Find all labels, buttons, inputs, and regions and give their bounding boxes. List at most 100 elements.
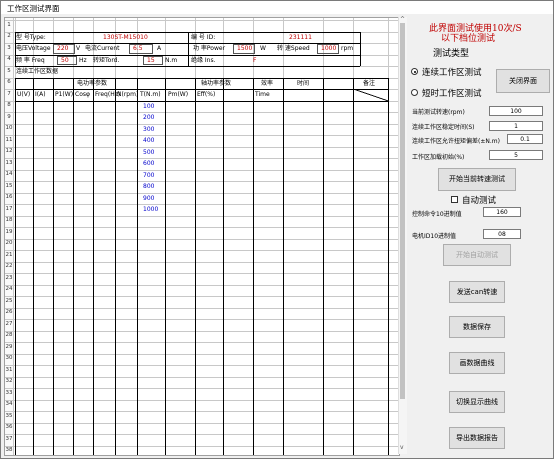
torque-label: 转矩Tord. (93, 56, 120, 64)
value-box (53, 44, 75, 54)
value-box (233, 44, 255, 54)
table-border (195, 77, 196, 455)
speed-cell[interactable]: 800 (143, 182, 154, 192)
row-number: 25 (5, 297, 13, 304)
row-number: 30 (5, 355, 13, 361)
table-border (388, 77, 389, 455)
start-auto-test-button[interactable]: 开始自动测试 (443, 244, 511, 266)
save-data-button[interactable]: 数据保存 (449, 316, 505, 338)
toggle-curve-button[interactable]: 切换显示曲线 (449, 391, 505, 413)
control-command-input[interactable]: 160 (483, 207, 521, 217)
power-unit: W (260, 45, 266, 52)
scroll-down-arrow-icon[interactable]: v (400, 444, 404, 451)
radio-continuous[interactable] (411, 68, 418, 75)
grid-line (5, 204, 399, 205)
value-box (143, 55, 163, 65)
data-grid[interactable]: 1 2 3 4 5 6 7 8 9 10 11 12 13 14 15 16 17 18 19 20 21 22 23 24 2… (4, 17, 400, 456)
torque-deviation-input[interactable]: 0.1 (507, 134, 543, 144)
row-number: 7 (7, 90, 11, 97)
table-border (137, 77, 138, 455)
table-border (53, 77, 54, 455)
close-button[interactable]: 关闭界面 (496, 69, 550, 93)
grid-line (5, 158, 399, 159)
start-current-speed-test-button[interactable]: 开始当前转速测试 (438, 168, 516, 191)
column-header: T(N.m) (140, 91, 161, 98)
header-efficiency: 效率 (261, 79, 274, 87)
table-border (323, 77, 324, 455)
speed-cell[interactable]: 100 (143, 102, 154, 112)
torque-unit: N.m (165, 56, 178, 64)
auto-test-label[interactable]: 自动测试 (462, 194, 496, 206)
row-number: 32 (5, 378, 13, 384)
vertical-scrollbar[interactable]: ^ v (398, 16, 407, 454)
speed-cell[interactable]: 400 (143, 136, 154, 146)
current-unit: A (157, 45, 162, 52)
radio-short-label[interactable]: 短时工作区测试 (422, 87, 482, 99)
grid-line (5, 20, 399, 21)
speed-unit: rpm (341, 45, 354, 52)
target-speed-label: 当前测试转速(rpm) (412, 109, 465, 116)
speed-cell[interactable]: 200 (143, 113, 154, 123)
current-label: 电流Current (85, 45, 120, 52)
column-header: Eff(%) (197, 91, 216, 98)
voltage-label: 电压Voltage (16, 45, 51, 52)
speed-cell[interactable]: 500 (143, 148, 154, 158)
grid-line (5, 238, 399, 240)
grid-line (5, 215, 399, 217)
grid-line (5, 227, 399, 228)
window-title: 工作区测试界面 (7, 4, 60, 13)
grid-line (5, 365, 399, 366)
row-number: 17 (5, 205, 13, 212)
row-number: 22 (5, 263, 13, 269)
header-note: 备注 (363, 79, 376, 87)
id-label: 编 号 ID: (191, 33, 216, 41)
grid-line (5, 319, 399, 320)
draw-curve-button[interactable]: 画数据曲线 (449, 352, 505, 374)
grid-line (5, 146, 399, 148)
table-border (223, 77, 224, 455)
auto-test-checkbox[interactable] (451, 196, 458, 203)
row-number: 37 (5, 435, 13, 442)
row-number: 9 (7, 113, 11, 120)
control-command-label: 控制命令10进制值 (412, 211, 462, 218)
speed-cell[interactable]: 600 (143, 159, 154, 169)
test-type-label: 测试类型 (433, 49, 470, 59)
grid-line (5, 445, 399, 447)
speed-cell[interactable]: 900 (143, 194, 154, 204)
column-header: Pm(W) (168, 91, 189, 98)
grid-line (5, 434, 399, 435)
radio-continuous-label[interactable]: 连续工作区测试 (422, 66, 482, 78)
export-report-button[interactable]: 导出数据报告 (449, 427, 505, 449)
row-number: 4 (7, 56, 11, 62)
speed-cell[interactable]: 1000 (143, 205, 158, 215)
power-label: 功 率Power (193, 45, 226, 52)
grid-line (5, 250, 399, 251)
header-time: 时间 (297, 79, 310, 87)
row-number: 24 (5, 286, 13, 292)
row-number: 1 (7, 21, 11, 28)
row-number: 11 (5, 136, 13, 143)
scroll-up-arrow-icon[interactable]: ^ (400, 16, 405, 23)
freq-label: 频 率 Freq (16, 56, 45, 64)
motor-id-input[interactable]: 08 (483, 229, 521, 239)
title-bar: 工作区测试界面 (1, 1, 553, 14)
grid-line (5, 123, 399, 125)
table-border (283, 77, 284, 455)
table-border (93, 77, 94, 455)
radio-short[interactable] (411, 89, 418, 96)
note-diagonal (353, 89, 388, 101)
grid-line (5, 169, 399, 171)
speed-cell[interactable]: 700 (143, 171, 154, 181)
grid-line (5, 422, 399, 424)
scrollbar-thumb[interactable] (400, 23, 405, 399)
row-number-column: 1 2 3 4 5 6 7 8 9 10 11 12 13 14 15 16 17 18 19 20 21 22 23 24 2… (5, 18, 14, 455)
main-window: 工作区测试界面 1 2 3 4 5 6 7 8 9 10 11 12 13 14 15 16 17 18 19 20 2… (0, 0, 554, 459)
send-can-speed-button[interactable]: 发送can转速 (449, 281, 505, 303)
row-number: 34 (5, 401, 13, 407)
speed-cell[interactable]: 300 (143, 125, 154, 135)
stable-time-label: 连续工作区稳定时间(S) (412, 124, 475, 131)
target-speed-input[interactable]: 100 (489, 106, 543, 116)
info-border (15, 66, 360, 67)
load-init-input[interactable]: 5 (489, 150, 543, 160)
stable-time-input[interactable]: 1 (489, 121, 543, 131)
